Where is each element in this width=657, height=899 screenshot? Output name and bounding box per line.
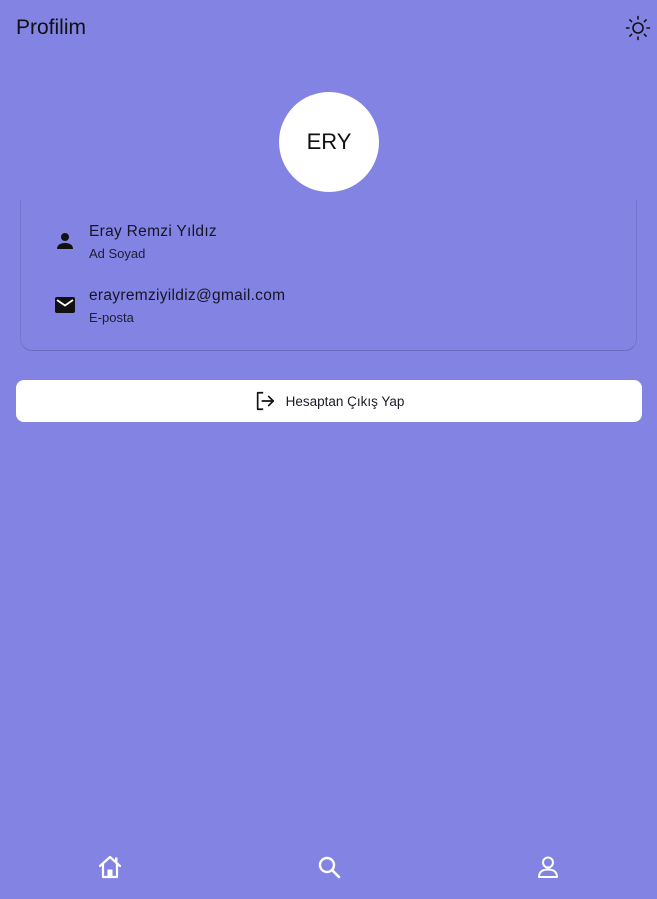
avatar: ERY xyxy=(279,92,379,192)
home-icon[interactable] xyxy=(96,853,124,881)
search-icon[interactable] xyxy=(315,853,343,881)
email-label: E-posta xyxy=(89,310,134,325)
email-value: erayremziyildiz@gmail.com xyxy=(89,287,286,304)
name-value: Eray Remzi Yıldız xyxy=(89,223,217,240)
name-label: Ad Soyad xyxy=(89,246,146,261)
profile-info-card: Eray Remzi Yıldız Ad Soyad erayremziyild… xyxy=(20,200,637,351)
mail-icon xyxy=(53,293,77,317)
app-bar: Profilim xyxy=(0,0,657,56)
logout-icon xyxy=(254,390,276,412)
page-title: Profilim xyxy=(16,16,87,39)
bottom-nav xyxy=(0,836,657,899)
email-row: erayremziyildiz@gmail.com E-posta xyxy=(53,286,613,336)
avatar-initials: ERY xyxy=(306,129,352,154)
name-row: Eray Remzi Yıldız Ad Soyad xyxy=(53,222,613,272)
logout-label: Hesaptan Çıkış Yap xyxy=(285,393,405,409)
profile-icon[interactable] xyxy=(534,853,562,881)
person-icon xyxy=(53,229,77,253)
sun-icon[interactable] xyxy=(625,15,651,41)
logout-button[interactable]: Hesaptan Çıkış Yap xyxy=(16,380,642,422)
